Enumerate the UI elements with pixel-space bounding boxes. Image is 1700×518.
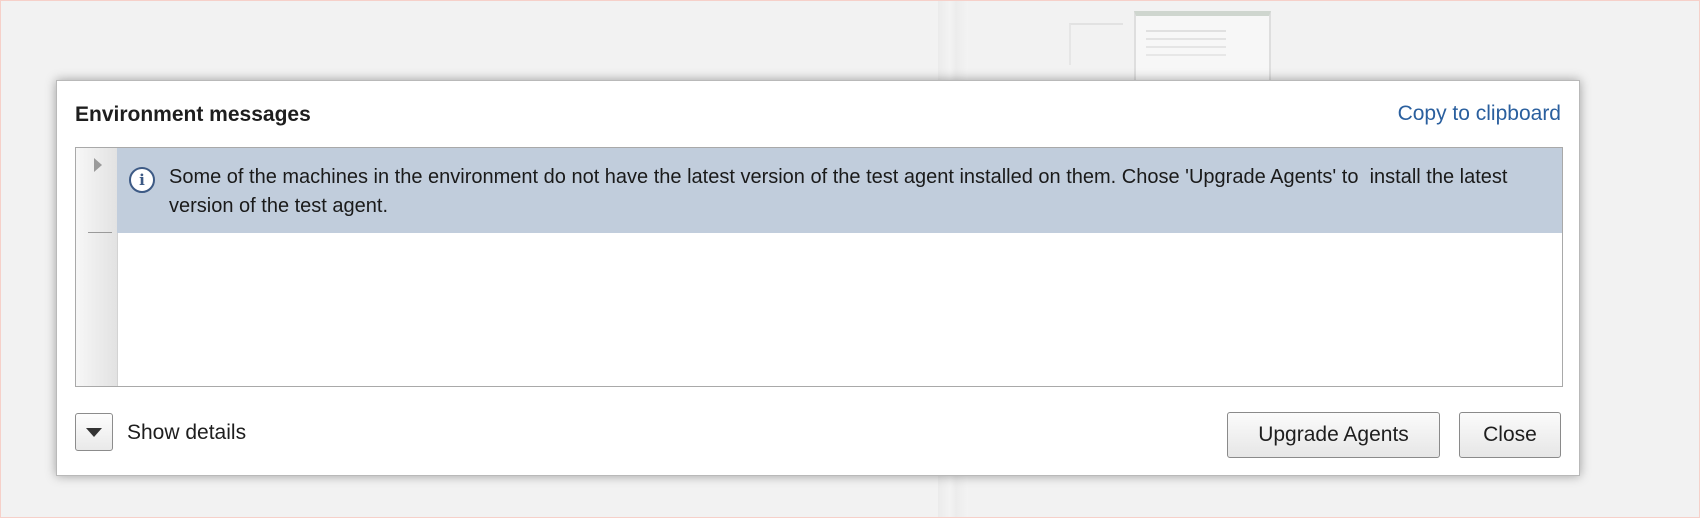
environment-messages-dialog: Environment messages Copy to clipboard i… [56, 80, 1580, 476]
show-details-label[interactable]: Show details [127, 421, 246, 445]
copy-to-clipboard-link[interactable]: Copy to clipboard [1398, 102, 1561, 126]
message-text: Some of the machines in the environment … [169, 166, 1513, 217]
info-icon: i [129, 167, 155, 193]
list-gutter [76, 148, 118, 386]
dialog-title: Environment messages [75, 103, 311, 126]
expand-row-icon[interactable] [94, 158, 102, 172]
gutter-divider [88, 232, 112, 233]
chevron-down-icon [86, 428, 102, 437]
background-window-fragment [1069, 23, 1123, 65]
message-list: i Some of the machines in the environmen… [75, 147, 1563, 387]
upgrade-agents-button[interactable]: Upgrade Agents [1227, 412, 1440, 458]
background-window-thumbnail [1134, 11, 1271, 83]
close-button[interactable]: Close [1459, 412, 1561, 458]
show-details-toggle[interactable] [75, 413, 113, 451]
message-row[interactable]: i Some of the machines in the environmen… [117, 148, 1562, 233]
